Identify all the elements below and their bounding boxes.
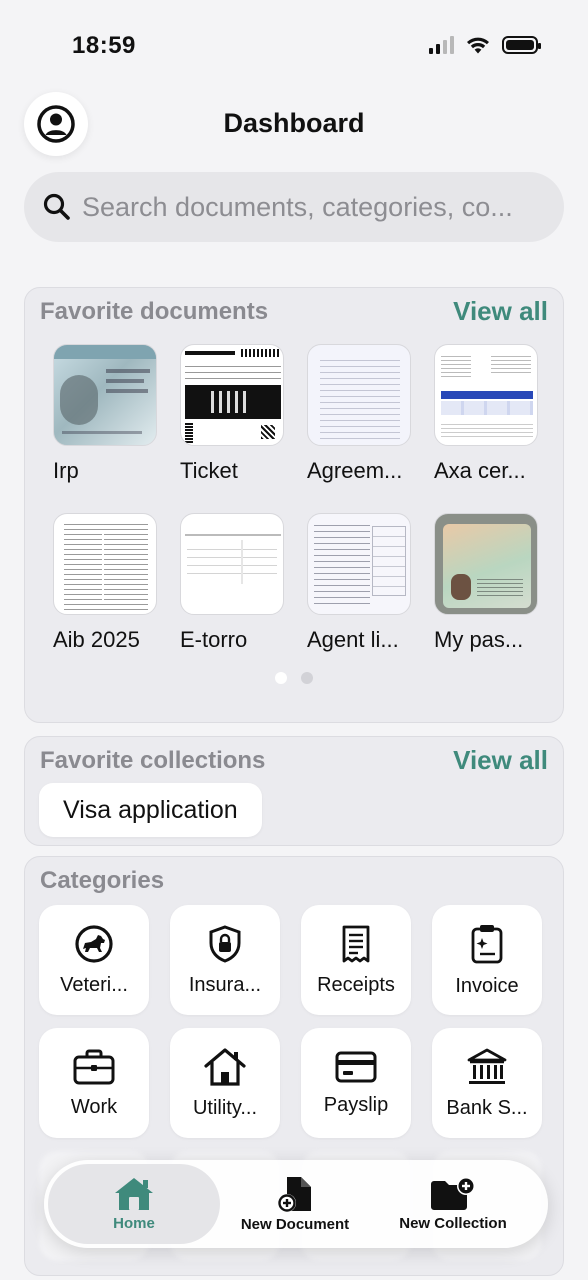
category-invoice[interactable]: Invoice	[432, 905, 542, 1015]
document-thumbnail-residence-permit	[53, 344, 157, 446]
category-veterinary[interactable]: Veteri...	[39, 905, 149, 1015]
tab-home[interactable]: Home	[48, 1160, 220, 1248]
category-work[interactable]: Work	[39, 1028, 149, 1138]
favorite-collections-title: Favorite collections	[40, 747, 266, 774]
document-thumbnail-statement	[53, 513, 157, 615]
category-bank-statements[interactable]: Bank S...	[432, 1028, 542, 1138]
house-icon	[204, 1047, 246, 1086]
favorite-documents-view-all[interactable]: View all	[453, 296, 548, 327]
document-item-aib-2025[interactable]: Aib 2025	[53, 513, 157, 653]
receipt-icon	[342, 925, 370, 962]
category-label: Utility...	[192, 1096, 258, 1119]
document-label: Agent li...	[307, 627, 399, 652]
search-input[interactable]	[82, 191, 542, 223]
tab-new-document[interactable]: New Document	[220, 1160, 370, 1248]
document-label: Agreem...	[307, 458, 403, 483]
page-indicator-dot-active	[275, 672, 287, 684]
category-label: Insura...	[188, 973, 262, 996]
tab-home-label: Home	[113, 1215, 155, 1232]
document-item-my-passport[interactable]: My pas...	[434, 513, 538, 653]
document-thumbnail-form	[307, 513, 411, 615]
category-payslip[interactable]: Payslip	[301, 1028, 411, 1138]
document-item-ticket[interactable]: Ticket	[180, 344, 284, 484]
page-title: Dashboard	[223, 108, 365, 138]
header: Dashboard	[0, 90, 588, 160]
house-icon	[115, 1178, 153, 1210]
category-label: Invoice	[455, 974, 519, 997]
document-thumbnail-report	[180, 513, 284, 615]
category-label: Payslip	[323, 1093, 389, 1116]
document-thumbnail-event-ticket	[180, 344, 284, 446]
document-label: My pas...	[434, 627, 524, 652]
clipboard-icon	[471, 924, 503, 963]
page-indicator-dot	[301, 672, 313, 684]
document-label: Aib 2025	[53, 627, 140, 652]
bank-icon	[467, 1048, 507, 1084]
document-label: Axa cer...	[434, 458, 526, 483]
document-item-irp[interactable]: Irp	[53, 344, 157, 484]
briefcase-icon	[73, 1049, 115, 1084]
dog-icon	[75, 924, 113, 963]
document-item-axa-certificate[interactable]: Axa cer...	[434, 344, 538, 484]
document-item-agreement[interactable]: Agreem...	[307, 344, 411, 484]
favorite-collections-card: Favorite collections View all Visa appli…	[24, 736, 564, 846]
tab-bar: Home New Document New Collection	[44, 1160, 548, 1248]
category-label: Bank S...	[446, 1096, 528, 1119]
status-icons	[429, 36, 541, 54]
category-label: Receipts	[317, 973, 395, 996]
document-label: Ticket	[180, 458, 238, 483]
favorite-collections-view-all[interactable]: View all	[453, 745, 548, 776]
shield-lock-icon	[209, 924, 241, 963]
document-thumbnail-passport	[434, 513, 538, 615]
search-icon	[43, 193, 70, 220]
document-item-agent-license[interactable]: Agent li...	[307, 513, 411, 653]
category-insurance[interactable]: Insura...	[170, 905, 280, 1015]
document-label: Irp	[53, 458, 79, 483]
categories-title: Categories	[40, 867, 165, 894]
wifi-icon	[467, 37, 489, 54]
favorite-documents-card: Favorite documents View all Irp Ticket A…	[24, 287, 564, 723]
search-bar[interactable]	[24, 172, 564, 242]
category-label: Work	[70, 1095, 118, 1118]
category-label: Veteri...	[60, 973, 128, 996]
tab-new-collection-label: New Collection	[399, 1215, 507, 1232]
favorite-documents-title: Favorite documents	[40, 298, 269, 325]
battery-icon	[502, 36, 541, 54]
document-label: E-torro	[180, 627, 248, 652]
document-thumbnail-text-document	[307, 344, 411, 446]
document-thumbnail-certificate	[434, 344, 538, 446]
collection-chip-visa-application[interactable]: Visa application	[39, 783, 262, 837]
page-indicator[interactable]	[275, 672, 313, 684]
document-item-e-torro[interactable]: E-torro	[180, 513, 284, 653]
new-collection-icon	[431, 1177, 475, 1210]
category-receipts[interactable]: Receipts	[301, 905, 411, 1015]
credit-card-icon	[335, 1051, 377, 1082]
tab-new-document-label: New Document	[240, 1216, 350, 1233]
cellular-signal-icon	[429, 36, 454, 54]
tab-new-collection[interactable]: New Collection	[378, 1160, 528, 1248]
status-bar: 18:59	[0, 0, 588, 90]
status-time: 18:59	[72, 32, 136, 59]
new-document-icon	[278, 1177, 311, 1212]
category-utility[interactable]: Utility...	[170, 1028, 280, 1138]
